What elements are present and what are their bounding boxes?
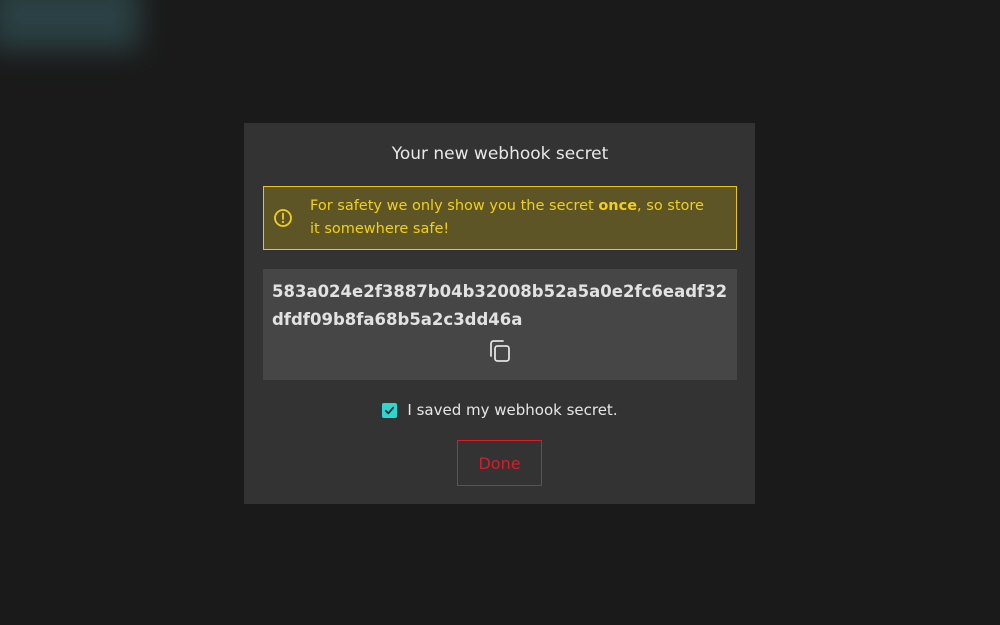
warning-banner: For safety we only show you the secret o… xyxy=(263,186,737,250)
secret-value[interactable]: 583a024e2f3887b04b32008b52a5a0e2fc6eadf3… xyxy=(272,278,732,334)
done-button[interactable]: Done xyxy=(457,440,542,486)
checkmark-icon xyxy=(385,406,395,414)
alert-circle-icon xyxy=(273,208,293,228)
dialog-title: Your new webhook secret xyxy=(391,144,609,164)
secret-box: 583a024e2f3887b04b32008b52a5a0e2fc6eadf3… xyxy=(263,269,737,380)
saved-checkbox-label[interactable]: I saved my webhook secret. xyxy=(407,401,617,419)
copy-icon[interactable] xyxy=(486,337,514,365)
backdrop-blur-shape xyxy=(0,0,140,50)
saved-checkbox[interactable] xyxy=(382,402,398,418)
warning-text: For safety we only show you the secret o… xyxy=(310,198,704,237)
saved-confirmation-row: I saved my webhook secret. xyxy=(0,398,1000,422)
